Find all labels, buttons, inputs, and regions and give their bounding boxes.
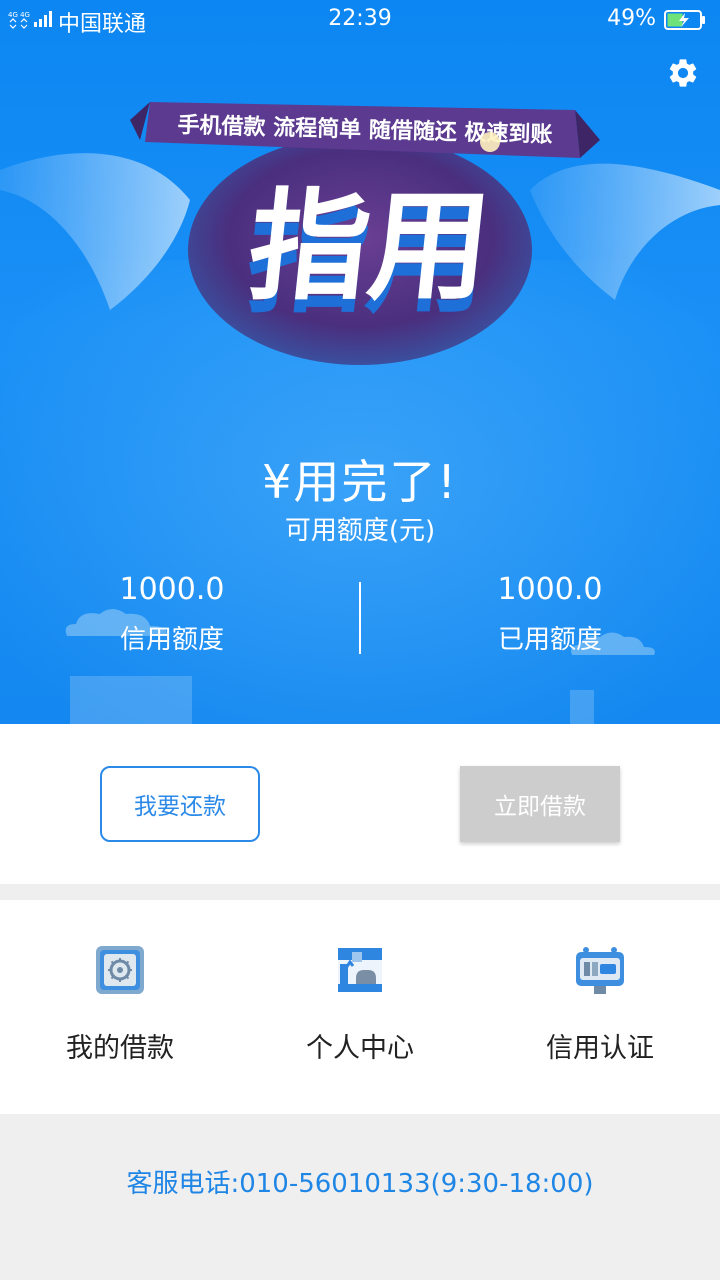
safe-icon [96, 946, 144, 994]
feature-menu: 我的借款 个人中心 信用认证 [0, 900, 720, 1114]
menu-item-personal-center[interactable]: 个人中心 [240, 900, 480, 1114]
stat-divider [359, 582, 361, 654]
credit-limit-value: 1000.0 [119, 572, 225, 607]
battery-percentage: 49% [607, 6, 656, 31]
menu-label-personal-center: 个人中心 [306, 1033, 414, 1064]
used-limit-value: 1000.0 [497, 572, 603, 607]
menu-label-my-loans: 我的借款 [66, 1033, 174, 1064]
building-decoration [570, 690, 594, 724]
action-section: 我要还款 立即借款 [0, 724, 720, 884]
brand-title: 指用 [242, 177, 497, 317]
building-decoration [70, 676, 192, 724]
used-limit: 1000.0 已用额度 [370, 572, 720, 656]
menu-item-my-loans[interactable]: 我的借款 [0, 900, 240, 1114]
person-icon [338, 948, 382, 992]
status-bar: 4G 4G 中国联通 22:39 49% [0, 0, 720, 40]
available-amount: ¥用完了! [262, 455, 458, 509]
customer-service-hotline[interactable]: 客服电话:010-56010133(9:30-18:00) [0, 1163, 720, 1200]
available-label: 可用额度(元) [284, 516, 436, 546]
id-card-icon [576, 947, 624, 994]
repay-button[interactable]: 我要还款 [100, 766, 260, 842]
borrow-button[interactable]: 立即借款 [460, 766, 620, 842]
used-limit-label: 已用额度 [497, 625, 602, 655]
battery-charging-icon [664, 10, 705, 30]
credit-limit-label: 信用额度 [119, 625, 224, 655]
hero-banner: 4G 4G 中国联通 22:39 49% 手机借款 流程简单 随借随还 极速到账… [0, 0, 720, 724]
menu-item-credit-verification[interactable]: 信用认证 [480, 900, 720, 1114]
credit-limit: 1000.0 信用额度 [0, 572, 352, 656]
brand-banner-art: 手机借款 流程简单 随借随还 极速到账 指用 指用 [0, 102, 720, 365]
menu-label-credit-verification: 信用认证 [546, 1033, 654, 1064]
